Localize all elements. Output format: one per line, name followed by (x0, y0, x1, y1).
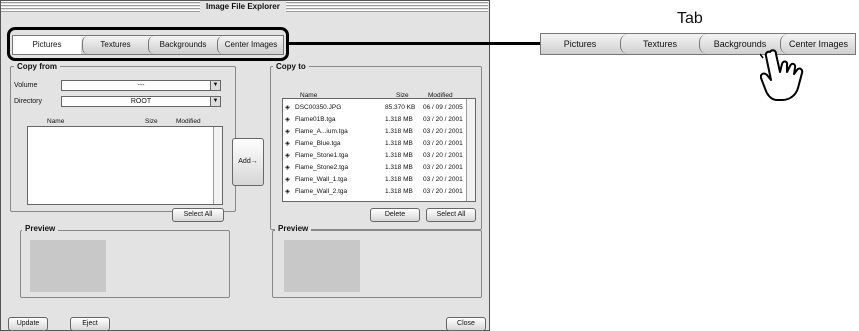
copy-from-scrollbar[interactable] (213, 127, 222, 204)
list-item[interactable]: ◈ Flame_Wall_1.tga 1.318 MB 03 / 20 / 20… (285, 175, 463, 184)
tab-highlight-frame (7, 27, 289, 61)
file-diamond-icon: ◈ (285, 116, 290, 123)
volume-select[interactable]: --- ▼ (61, 80, 221, 91)
file-name: Flame_Wall_1.tga (295, 176, 348, 183)
file-name: Flame_Stone1.tga (295, 152, 349, 159)
list-item[interactable]: ◈ Flame_A...ium.tga 1.318 MB 03 / 20 / 2… (285, 127, 463, 136)
column-header-name[interactable]: Name (47, 118, 64, 125)
window-title: Image File Explorer (200, 1, 286, 13)
list-item[interactable]: ◈ Flame01B.tga 1.318 MB 03 / 20 / 2001 (285, 115, 463, 124)
copy-from-file-list[interactable] (27, 126, 223, 205)
directory-select[interactable]: ROOT ▼ (61, 96, 221, 107)
directory-label: Directory (14, 98, 43, 105)
file-modified: 03 / 20 / 2001 (423, 188, 463, 195)
file-name: Flame_A...ium.tga (295, 128, 348, 135)
pointing-hand-icon (760, 48, 804, 101)
file-modified: 03 / 20 / 2001 (423, 116, 463, 123)
copy-from-preview-image (30, 240, 106, 292)
file-size: 1.318 MB (385, 164, 413, 171)
copy-from-title: Copy from (14, 62, 60, 71)
file-diamond-icon: ◈ (285, 176, 290, 183)
copy-to-title: Copy to (273, 62, 309, 71)
file-modified: 03 / 20 / 2001 (423, 140, 463, 147)
callout-tab-label: Tab (677, 10, 703, 27)
directory-value: ROOT (130, 98, 152, 105)
delete-button[interactable]: Delete (370, 208, 420, 222)
file-name: DSC00350.JPG (295, 104, 342, 111)
file-name: Flame01B.tga (295, 116, 336, 123)
list-item[interactable]: ◈ DSC00350.JPG 85.370 KB 06 / 09 / 2005 (285, 103, 463, 112)
file-size: 1.318 MB (385, 128, 413, 135)
column-header-modified[interactable]: Modified (176, 118, 201, 125)
file-name: Flame_Wall_2.tga (295, 188, 348, 195)
dropdown-arrow-icon[interactable]: ▼ (210, 81, 220, 90)
dropdown-arrow-icon[interactable]: ▼ (210, 97, 220, 106)
file-modified: 03 / 20 / 2001 (423, 164, 463, 171)
file-diamond-icon: ◈ (285, 104, 290, 111)
file-modified: 06 / 09 / 2005 (423, 104, 463, 111)
eject-button[interactable]: Eject (70, 317, 110, 331)
list-item[interactable]: ◈ Flame_Stone2.tga 1.318 MB 03 / 20 / 20… (285, 163, 463, 172)
file-diamond-icon: ◈ (285, 188, 290, 195)
file-diamond-icon: ◈ (285, 164, 290, 171)
close-button[interactable]: Close (446, 317, 486, 331)
volume-label: Volume (14, 82, 38, 89)
copy-to-preview-image (284, 240, 360, 292)
file-name: Flame_Blue.tga (295, 140, 341, 147)
list-item[interactable]: ◈ Flame_Stone1.tga 1.318 MB 03 / 20 / 20… (285, 151, 463, 160)
file-size: 1.318 MB (385, 116, 413, 123)
file-diamond-icon: ◈ (285, 128, 290, 135)
copy-to-scrollbar[interactable] (466, 99, 475, 201)
file-diamond-icon: ◈ (285, 140, 290, 147)
callout-tab-pictures[interactable]: Pictures (541, 34, 619, 54)
file-name: Flame_Stone2.tga (295, 164, 349, 171)
copy-to-preview-title: Preview (275, 224, 312, 233)
copy-to-file-list[interactable]: ◈ DSC00350.JPG 85.370 KB 06 / 09 / 2005 … (282, 98, 476, 202)
column-header-size[interactable]: Size (145, 118, 158, 125)
copy-from-select-all-button[interactable]: Select All (172, 208, 224, 222)
copy-to-select-all-button[interactable]: Select All (426, 208, 476, 222)
file-size: 1.318 MB (385, 176, 413, 183)
file-size: 1.318 MB (385, 152, 413, 159)
callout-tab-textures[interactable]: Textures (620, 34, 699, 54)
list-item[interactable]: ◈ Flame_Wall_2.tga 1.318 MB 03 / 20 / 20… (285, 187, 463, 196)
list-item[interactable]: ◈ Flame_Blue.tga 1.318 MB 03 / 20 / 2001 (285, 139, 463, 148)
file-size: 85.370 KB (385, 104, 416, 111)
callout-line (289, 42, 541, 45)
update-button[interactable]: Update (8, 317, 48, 331)
file-diamond-icon: ◈ (285, 152, 290, 159)
copy-from-preview-title: Preview (22, 224, 59, 233)
add-button[interactable]: Add→ (232, 138, 264, 186)
volume-value: --- (137, 82, 145, 89)
file-modified: 03 / 20 / 2001 (423, 176, 463, 183)
file-modified: 03 / 20 / 2001 (423, 152, 463, 159)
file-size: 1.318 MB (385, 140, 413, 147)
file-size: 1.318 MB (385, 188, 413, 195)
file-modified: 03 / 20 / 2001 (423, 128, 463, 135)
